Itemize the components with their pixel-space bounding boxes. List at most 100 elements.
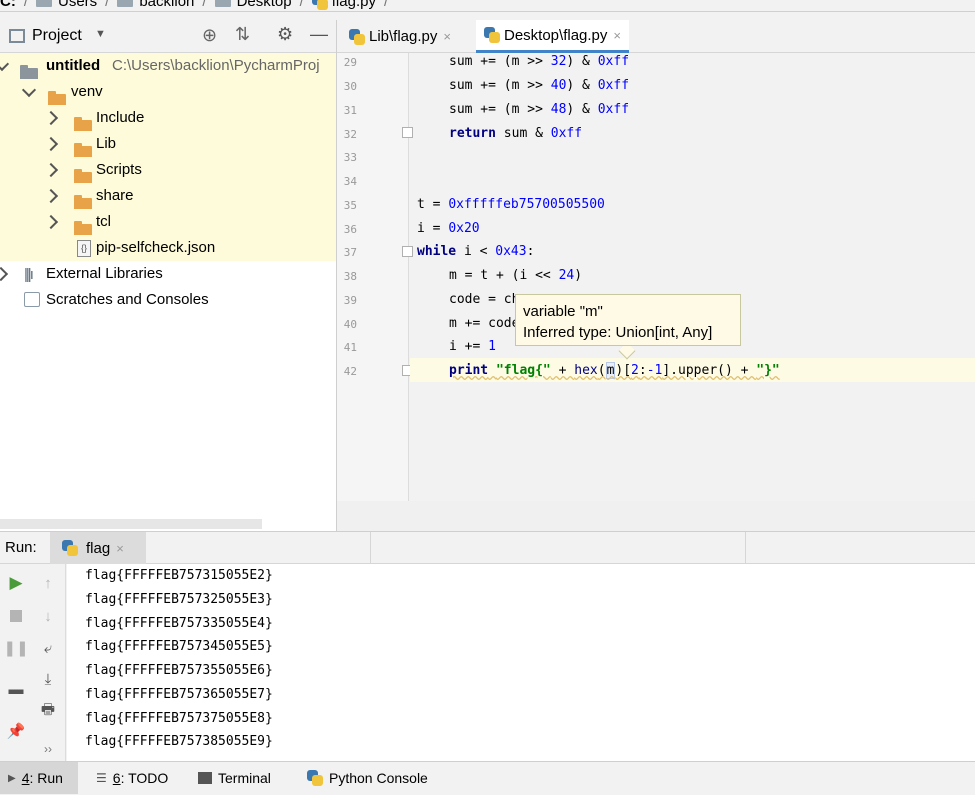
tree-item-root[interactable]: untitled C:\Users\backlion\PycharmProj bbox=[0, 53, 336, 79]
more-icon[interactable]: ›› bbox=[32, 737, 64, 761]
python-file-icon bbox=[62, 540, 78, 556]
console-output[interactable]: flag{FFFFFEB757315055E2} flag{FFFFFEB757… bbox=[67, 564, 975, 761]
project-title[interactable]: Project bbox=[32, 27, 82, 45]
folder-icon bbox=[48, 90, 66, 105]
breadcrumb-drive[interactable]: C: / bbox=[0, 0, 28, 10]
line-number: 31 bbox=[343, 104, 357, 117]
chevron-down-icon[interactable] bbox=[0, 56, 10, 72]
horizontal-scrollbar[interactable] bbox=[0, 519, 262, 529]
line-number: 30 bbox=[343, 80, 357, 93]
code-editor[interactable]: sum += (m >> 32) & 0xff sum += (m >> 40)… bbox=[410, 53, 975, 501]
code-line-29: sum += (m >> 32) & 0xff bbox=[449, 54, 630, 69]
line-number: 40 bbox=[343, 318, 357, 331]
tab-lib-flag[interactable]: Lib\flag.py × bbox=[341, 20, 459, 53]
code-line-40: m += code bbox=[449, 316, 520, 331]
output-line: flag{FFFFFEB757315055E2} bbox=[85, 568, 273, 583]
line-number: 39 bbox=[343, 294, 357, 307]
folder-icon bbox=[74, 116, 92, 131]
layout-icon[interactable]: ▬ bbox=[0, 677, 32, 701]
run-tab-flag[interactable]: flag × bbox=[50, 532, 146, 564]
gear-icon[interactable]: ⚙ bbox=[277, 24, 293, 45]
close-icon[interactable]: × bbox=[613, 28, 621, 43]
output-line: flag{FFFFFEB757355055E6} bbox=[85, 663, 273, 678]
chevron-right-icon[interactable] bbox=[43, 188, 59, 204]
pin-icon[interactable]: 📌 bbox=[0, 719, 32, 743]
up-arrow-icon[interactable]: ↑ bbox=[32, 571, 64, 595]
tooltip-title: variable "m" bbox=[523, 303, 603, 320]
line-number: 34 bbox=[343, 175, 357, 188]
chevron-right-icon[interactable] bbox=[43, 136, 59, 152]
tree-label: Include bbox=[96, 109, 145, 126]
breadcrumb-desktop[interactable]: Desktop / bbox=[214, 0, 304, 10]
code-line-35: t = 0xfffffeb75700505500 bbox=[417, 197, 605, 212]
line-number: 36 bbox=[343, 223, 357, 236]
folder-icon bbox=[117, 0, 134, 7]
line-number: 37 bbox=[343, 246, 357, 259]
code-line-30: sum += (m >> 40) & 0xff bbox=[449, 78, 630, 93]
tree-item-scratches[interactable]: Scratches and Consoles bbox=[0, 287, 336, 313]
tool-tab-mnemonic: 4 bbox=[21, 770, 30, 786]
collapse-all-icon[interactable]: ⇅ bbox=[235, 24, 250, 45]
tool-tab-run[interactable]: ▶ 4: Run bbox=[0, 762, 78, 794]
tree-item-json[interactable]: {} pip-selfcheck.json bbox=[0, 235, 336, 261]
folder-icon bbox=[74, 194, 92, 209]
stop-icon[interactable] bbox=[0, 604, 32, 628]
breadcrumb-file[interactable]: flag.py / bbox=[311, 0, 388, 10]
tree-item-include[interactable]: Include bbox=[0, 105, 336, 131]
tree-item-scripts[interactable]: Scripts bbox=[0, 157, 336, 183]
output-line: flag{FFFFFEB757385055E9} bbox=[85, 734, 273, 749]
tree-label: pip-selfcheck.json bbox=[96, 239, 216, 256]
close-icon[interactable]: × bbox=[443, 29, 451, 44]
locate-icon[interactable]: ⊕ bbox=[202, 25, 217, 46]
tree-item-lib[interactable]: Lib bbox=[0, 131, 336, 157]
divider bbox=[745, 532, 746, 564]
folder-icon bbox=[36, 0, 52, 7]
code-line-39: code = ch bbox=[449, 292, 520, 307]
folder-icon bbox=[74, 142, 92, 157]
chevron-right-icon[interactable] bbox=[43, 162, 59, 178]
tree-item-tcl[interactable]: tcl bbox=[0, 209, 336, 235]
code-line-38: m = t + (i << 24) bbox=[449, 268, 583, 283]
scroll-to-end-icon[interactable]: ⤓ bbox=[32, 667, 64, 691]
breadcrumb-users[interactable]: Users / bbox=[36, 0, 109, 10]
tree-label: External Libraries bbox=[46, 265, 163, 282]
hide-icon[interactable]: — bbox=[310, 24, 328, 45]
close-icon[interactable]: × bbox=[116, 541, 124, 556]
root-path: C:\Users\backlion\PycharmProj bbox=[112, 57, 320, 74]
output-line: flag{FFFFFEB757375055E8} bbox=[85, 711, 273, 726]
python-icon bbox=[307, 770, 323, 786]
down-arrow-icon[interactable]: ↓ bbox=[32, 604, 64, 628]
chevron-down-icon[interactable]: ▼ bbox=[95, 28, 106, 40]
line-number: 41 bbox=[343, 341, 357, 354]
code-line-31: sum += (m >> 48) & 0xff bbox=[449, 102, 630, 117]
python-file-icon bbox=[484, 27, 500, 43]
tool-tab-python-console[interactable]: Python Console bbox=[299, 762, 436, 794]
tab-desktop-flag[interactable]: Desktop\flag.py × bbox=[476, 20, 629, 53]
folder-icon bbox=[20, 64, 38, 79]
tool-tab-todo[interactable]: ☰ 6: TODO bbox=[88, 762, 176, 794]
tab-label: Desktop\flag.py bbox=[504, 26, 608, 44]
print-icon[interactable]: 🖶 bbox=[32, 699, 64, 723]
chevron-right-icon[interactable] bbox=[43, 214, 59, 230]
code-line-37: while i < 0x43: bbox=[417, 244, 535, 259]
tree-item-external-libraries[interactable]: |||ı External Libraries bbox=[0, 261, 336, 287]
tree-item-share[interactable]: share bbox=[0, 183, 336, 209]
json-file-icon: {} bbox=[77, 240, 91, 257]
line-number: 42 bbox=[343, 365, 357, 378]
pause-icon[interactable]: ❚❚ bbox=[0, 636, 32, 660]
run-tab-label: flag bbox=[86, 539, 111, 557]
rerun-icon[interactable]: ▶ bbox=[0, 571, 32, 595]
output-line: flag{FFFFFEB757345055E5} bbox=[85, 639, 273, 654]
chevron-down-icon[interactable] bbox=[21, 82, 37, 98]
tree-label: share bbox=[96, 187, 134, 204]
output-line: flag{FFFFFEB757365055E7} bbox=[85, 687, 273, 702]
editor-tabbar: Lib\flag.py × Desktop\flag.py × bbox=[337, 20, 975, 53]
pane-divider[interactable] bbox=[336, 20, 337, 531]
tree-label: venv bbox=[71, 83, 103, 100]
chevron-right-icon[interactable] bbox=[43, 110, 59, 126]
tool-tab-terminal[interactable]: Terminal bbox=[190, 762, 279, 794]
soft-wrap-icon[interactable]: ⤶ bbox=[32, 636, 64, 660]
tree-item-venv[interactable]: venv bbox=[0, 79, 336, 105]
breadcrumb-backlion[interactable]: backlion / bbox=[117, 0, 207, 10]
chevron-right-icon[interactable] bbox=[0, 266, 9, 282]
